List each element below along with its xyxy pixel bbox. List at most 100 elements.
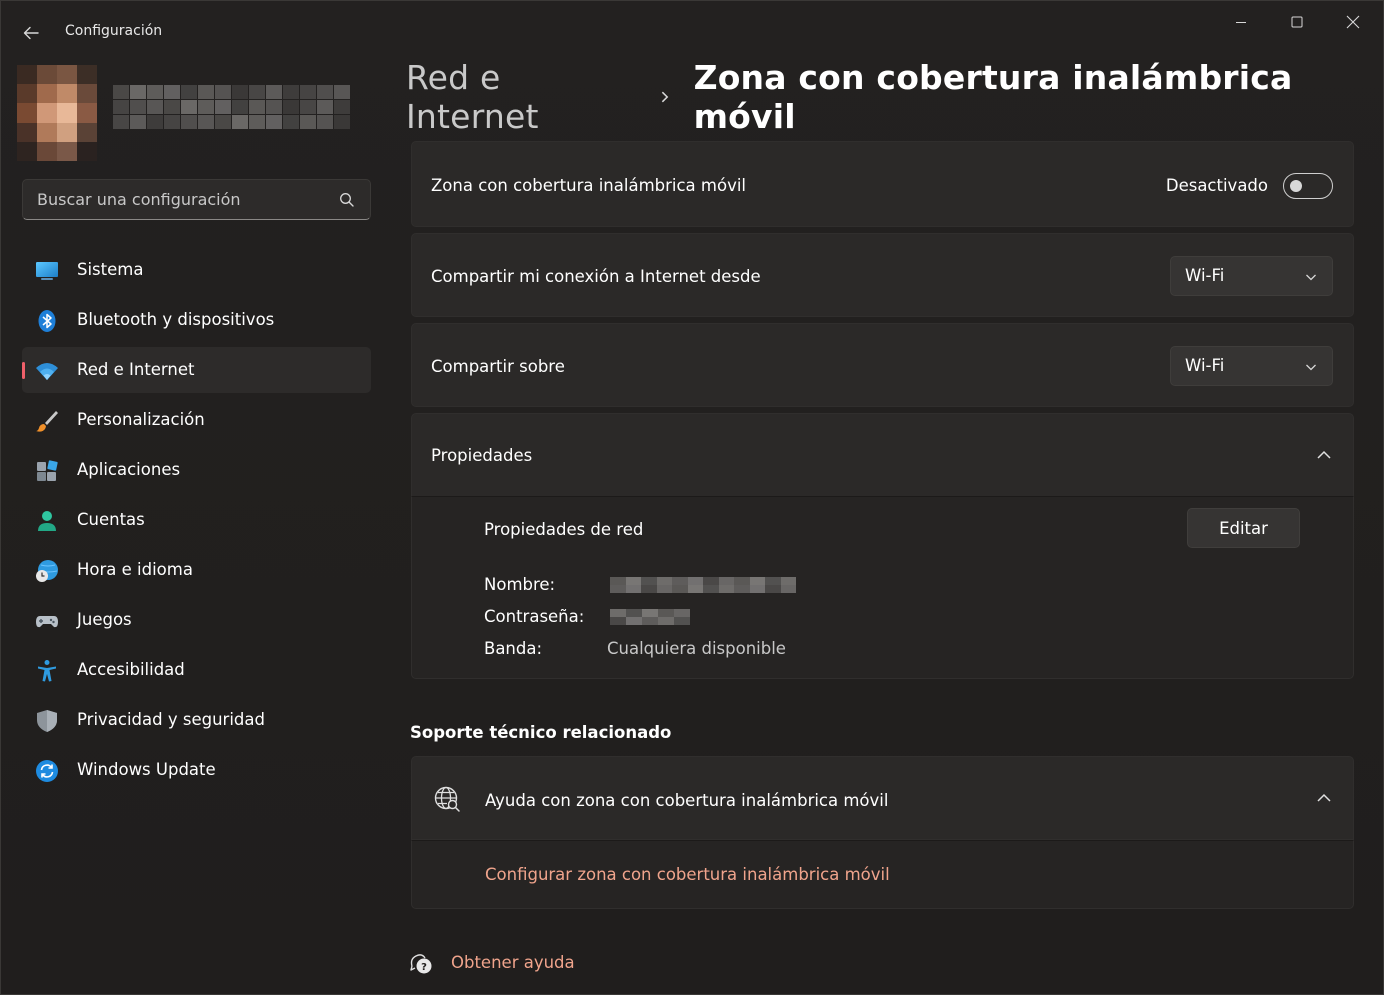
sidebar-nav: Sistema Bluetooth y dispositivos Red e I… xyxy=(22,247,371,797)
sidebar-item-privacidad[interactable]: Privacidad y seguridad xyxy=(22,697,371,743)
pixel-block xyxy=(164,85,180,99)
svg-text:?: ? xyxy=(421,962,427,973)
pixel-block xyxy=(113,85,129,99)
sidebar-item-label: Sistema xyxy=(77,260,144,279)
sidebar-item-personalizacion[interactable]: Personalización xyxy=(22,397,371,443)
close-button[interactable] xyxy=(1325,1,1381,43)
sidebar-item-label: Accesibilidad xyxy=(77,660,185,679)
sidebar-item-cuentas[interactable]: Cuentas xyxy=(22,497,371,543)
pixel-block xyxy=(77,103,97,123)
share-from-card: Compartir mi conexión a Internet desde W… xyxy=(411,233,1354,317)
pixel-block xyxy=(266,85,282,99)
pixel-block xyxy=(626,609,642,617)
pixel-block xyxy=(130,100,146,114)
pixel-block xyxy=(610,617,626,625)
pixel-block xyxy=(656,585,672,593)
pixel-block xyxy=(147,85,163,99)
search-box[interactable] xyxy=(22,179,371,220)
share-from-label: Compartir mi conexión a Internet desde xyxy=(431,267,761,286)
pixel-block xyxy=(334,85,350,99)
search-icon[interactable] xyxy=(338,191,356,209)
maximize-icon xyxy=(1291,16,1303,28)
pixel-block xyxy=(718,585,734,593)
breadcrumb-parent[interactable]: Red e Internet xyxy=(406,58,636,136)
pixel-block xyxy=(658,617,674,625)
pixel-block xyxy=(283,100,299,114)
pixel-block xyxy=(198,100,214,114)
chevron-up-icon[interactable] xyxy=(1315,446,1333,464)
apps-icon xyxy=(37,460,58,481)
pixel-block xyxy=(164,115,180,129)
pixel-block xyxy=(17,122,37,142)
get-help-link[interactable]: Obtener ayuda xyxy=(451,953,575,972)
properties-body: Propiedades de red Editar Nombre: Contra… xyxy=(411,496,1354,679)
help-chat-icon: ? xyxy=(410,954,432,974)
pixel-block xyxy=(317,85,333,99)
pixel-block xyxy=(334,115,350,129)
search-input[interactable] xyxy=(23,180,323,219)
pixel-block xyxy=(610,577,626,585)
pixel-block xyxy=(780,585,796,593)
band-label: Banda: xyxy=(484,639,543,658)
edit-button[interactable]: Editar xyxy=(1187,508,1300,548)
gamepad-icon xyxy=(36,616,58,628)
pixel-block xyxy=(266,100,282,114)
pixel-block xyxy=(130,115,146,129)
help-label: Ayuda con zona con cobertura inalámbrica… xyxy=(485,791,889,810)
pixel-block xyxy=(249,100,265,114)
pixel-block xyxy=(283,85,299,99)
pixel-block xyxy=(674,609,690,617)
properties-header[interactable]: Propiedades xyxy=(411,413,1354,497)
pixel-block xyxy=(37,122,57,142)
pixel-block xyxy=(703,577,719,585)
pixel-block xyxy=(164,100,180,114)
sidebar-item-label: Bluetooth y dispositivos xyxy=(77,310,275,329)
pixel-block xyxy=(687,577,703,585)
settings-window: Configuración Buscar una configuración S… xyxy=(0,0,1384,995)
pixel-block xyxy=(17,141,37,161)
globe-search-icon xyxy=(434,786,460,812)
page-title: Zona con cobertura inalámbrica móvil xyxy=(693,58,1293,136)
pixel-block xyxy=(57,141,77,161)
toggle-knob xyxy=(1290,179,1302,192)
hotspot-toggle[interactable] xyxy=(1283,173,1333,199)
sidebar-item-accesibilidad[interactable]: Accesibilidad xyxy=(22,647,371,693)
pixel-block xyxy=(215,100,231,114)
configure-hotspot-link[interactable]: Configurar zona con cobertura inalámbric… xyxy=(485,865,890,884)
chevron-up-icon[interactable] xyxy=(1315,789,1333,807)
sidebar-item-label: Personalización xyxy=(77,410,205,429)
sidebar-item-juegos[interactable]: Juegos xyxy=(22,597,371,643)
sidebar-item-bluetooth[interactable]: Bluetooth y dispositivos xyxy=(22,297,371,343)
help-header[interactable]: Ayuda con zona con cobertura inalámbrica… xyxy=(411,756,1354,840)
name-label: Nombre: xyxy=(484,575,556,594)
breadcrumb: Red e Internet Zona con cobertura inalám… xyxy=(406,58,1383,136)
pixel-block xyxy=(674,617,690,625)
chevron-right-icon xyxy=(661,91,669,103)
profile-name-redacted xyxy=(113,85,350,129)
sidebar-item-windows-update[interactable]: Windows Update xyxy=(22,747,371,793)
back-button[interactable] xyxy=(13,15,49,51)
minimize-button[interactable] xyxy=(1213,1,1269,43)
pixel-block xyxy=(57,84,77,104)
pixel-block xyxy=(765,577,781,585)
pixel-block xyxy=(17,103,37,123)
pixel-block xyxy=(130,85,146,99)
user-profile[interactable] xyxy=(17,65,377,161)
bluetooth-icon xyxy=(38,310,56,332)
pixel-block xyxy=(37,103,57,123)
share-over-dropdown[interactable]: Wi-Fi xyxy=(1170,346,1333,386)
related-support-title: Soporte técnico relacionado xyxy=(410,723,672,742)
properties-label: Propiedades xyxy=(431,446,533,465)
pixel-block xyxy=(215,115,231,129)
sidebar-item-red-internet[interactable]: Red e Internet xyxy=(22,347,371,393)
pixel-block xyxy=(641,585,657,593)
sidebar-item-sistema[interactable]: Sistema xyxy=(22,247,371,293)
app-title: Configuración xyxy=(65,23,163,39)
pixel-block xyxy=(181,85,197,99)
avatar xyxy=(17,65,97,161)
pixel-block xyxy=(300,115,316,129)
share-from-dropdown[interactable]: Wi-Fi xyxy=(1170,256,1333,296)
sidebar-item-hora-idioma[interactable]: Hora e idioma xyxy=(22,547,371,593)
sidebar-item-aplicaciones[interactable]: Aplicaciones xyxy=(22,447,371,493)
maximize-button[interactable] xyxy=(1269,1,1325,43)
